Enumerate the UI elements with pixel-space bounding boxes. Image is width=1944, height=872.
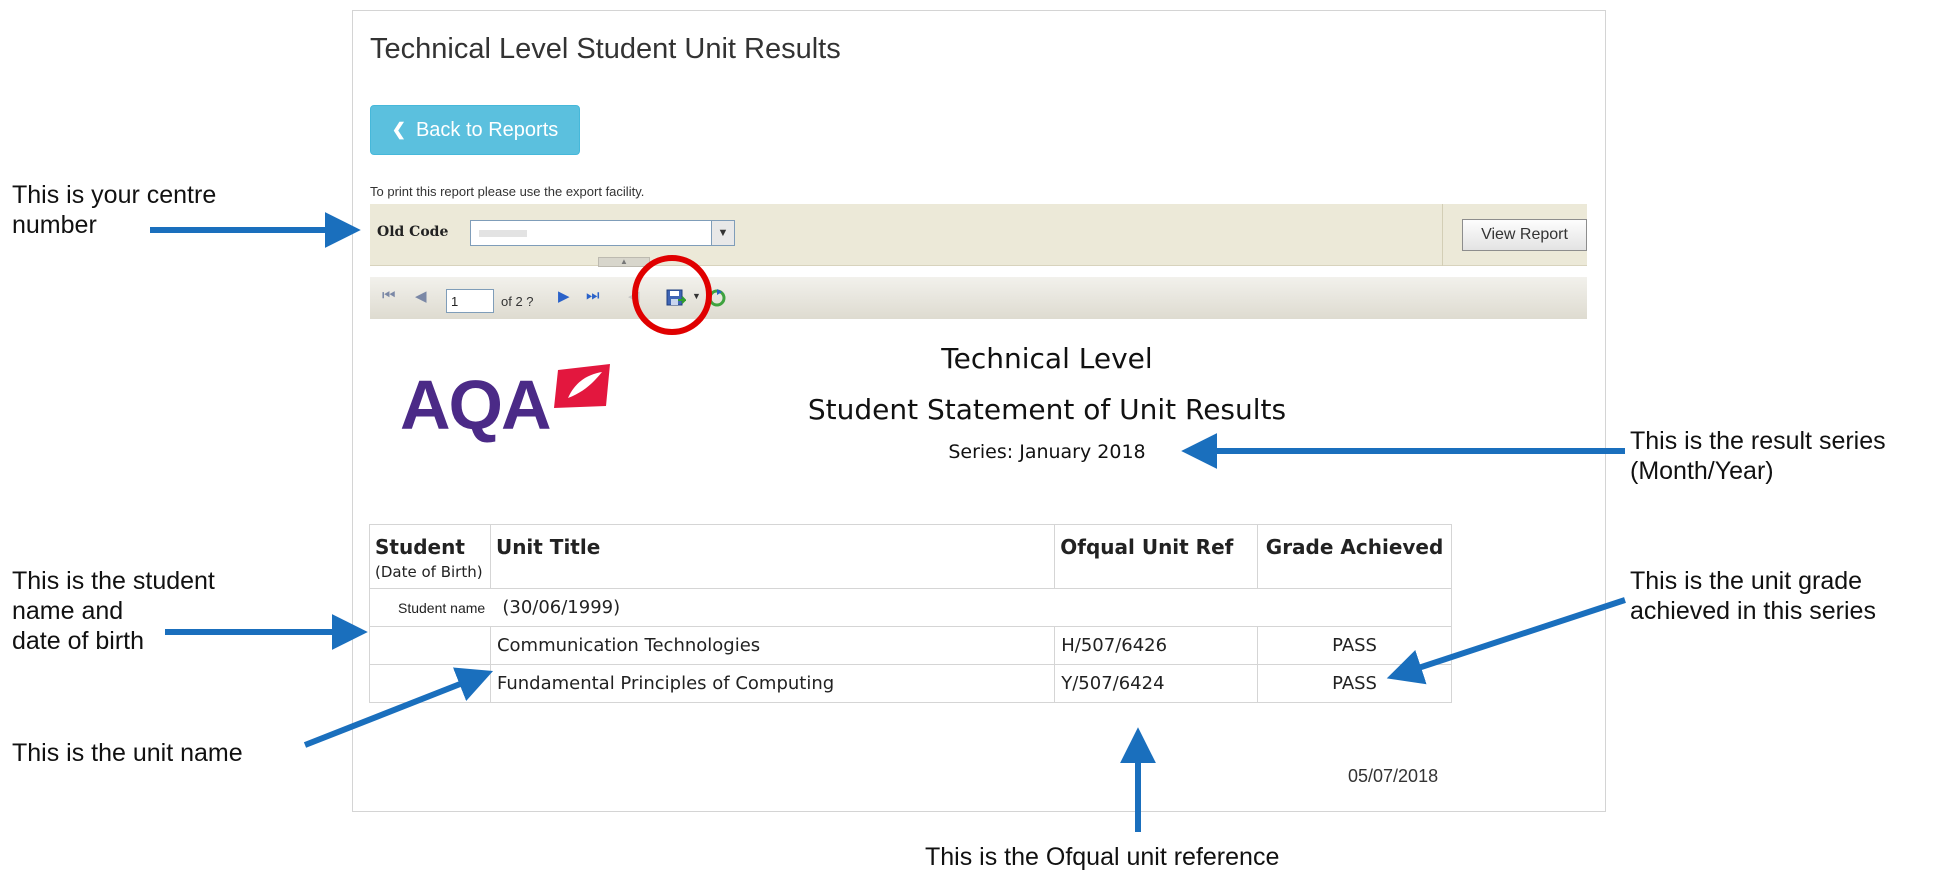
- annotation-student: This is the student name and date of bir…: [12, 566, 215, 656]
- first-page-icon[interactable]: ⏮: [382, 287, 396, 304]
- unit-results-table: Student (Date of Birth) Unit Title Ofqua…: [369, 524, 1452, 703]
- last-page-icon[interactable]: ⏭: [586, 287, 600, 304]
- annotation-line: achieved in this series: [1630, 597, 1876, 625]
- grade-cell: PASS: [1257, 626, 1452, 665]
- masked-centre-number: [479, 230, 527, 237]
- page-title: Technical Level Student Unit Results: [370, 33, 841, 65]
- parameter-bar: Old Code ▼ View Report: [370, 204, 1587, 266]
- annotation-line: (Month/Year): [1630, 457, 1774, 485]
- table-row: Communication Technologies H/507/6426 PA…: [369, 626, 1452, 665]
- next-page-icon[interactable]: ▶: [558, 287, 570, 305]
- collapse-params-tab[interactable]: ▲: [598, 257, 650, 267]
- annotation-line: This is the unit grade: [1630, 567, 1863, 595]
- param-divider: [1442, 204, 1443, 266]
- unit-ref-column-header: Ofqual Unit Ref: [1054, 524, 1259, 589]
- unit-title-cell: Communication Technologies: [489, 626, 1056, 665]
- empty-cell: [369, 626, 491, 665]
- annotation-line: date of birth: [12, 627, 145, 655]
- export-highlight-circle: [632, 255, 712, 335]
- annotation-unit-name: This is the unit name: [12, 739, 243, 767]
- empty-cell: [369, 664, 491, 703]
- back-to-reports-button[interactable]: ❮ Back to Reports: [370, 105, 580, 155]
- unit-ref-cell: H/507/6426: [1054, 626, 1259, 665]
- grade-cell: PASS: [1257, 664, 1452, 703]
- student-cell: Student name (30/06/1999): [369, 588, 1452, 627]
- previous-page-icon[interactable]: ◀: [415, 287, 427, 305]
- print-note: To print this report please use the expo…: [370, 184, 645, 199]
- report-title-line1: Technical Level: [941, 342, 1153, 375]
- old-code-select[interactable]: ▼: [470, 220, 735, 246]
- student-column-header: Student (Date of Birth): [369, 524, 491, 589]
- dob-header-label: (Date of Birth): [375, 563, 483, 581]
- unit-title-cell: Fundamental Principles of Computing: [489, 664, 1056, 703]
- annotation-line: This is your centre: [12, 181, 217, 209]
- annotation-series: This is the result series (Month/Year): [1630, 426, 1886, 486]
- student-name: Student name: [398, 600, 486, 616]
- student-row: Student name (30/06/1999): [369, 588, 1452, 627]
- annotation-ofqual-ref: This is the Ofqual unit reference: [925, 843, 1280, 871]
- page-number-input[interactable]: 1: [446, 289, 494, 313]
- chevron-down-icon[interactable]: ▼: [711, 221, 734, 245]
- report-date: 05/07/2018: [1348, 766, 1439, 786]
- table-header-row: Student (Date of Birth) Unit Title Ofqua…: [369, 524, 1452, 589]
- annotation-line: This is the result series: [1630, 427, 1886, 455]
- annotation-grade: This is the unit grade achieved in this …: [1630, 566, 1876, 626]
- back-button-label: Back to Reports: [415, 118, 559, 141]
- annotation-line: number: [12, 211, 97, 239]
- table-row: Fundamental Principles of Computing Y/50…: [369, 664, 1452, 703]
- annotation-line: name and: [12, 597, 124, 625]
- annotation-centre-number: This is your centre number: [12, 180, 216, 240]
- annotation-line: This is the student: [12, 567, 215, 595]
- unit-ref-cell: Y/507/6424: [1054, 664, 1259, 703]
- old-code-label: Old Code: [377, 224, 449, 240]
- unit-title-column-header: Unit Title: [489, 524, 1056, 589]
- view-report-button[interactable]: View Report: [1462, 219, 1587, 251]
- report-title-line2: Student Statement of Unit Results: [807, 393, 1287, 426]
- student-header-label: Student: [375, 535, 465, 559]
- page-count-label: of 2 ?: [501, 294, 534, 309]
- report-toolbar: ⏮ ◀ 1 of 2 ? ▶ ⏭ ◀ ▼: [370, 277, 1587, 319]
- grade-column-header: Grade Achieved: [1257, 524, 1452, 589]
- chevron-left-icon: ❮: [391, 120, 406, 139]
- student-dob: (30/06/1999): [502, 597, 621, 618]
